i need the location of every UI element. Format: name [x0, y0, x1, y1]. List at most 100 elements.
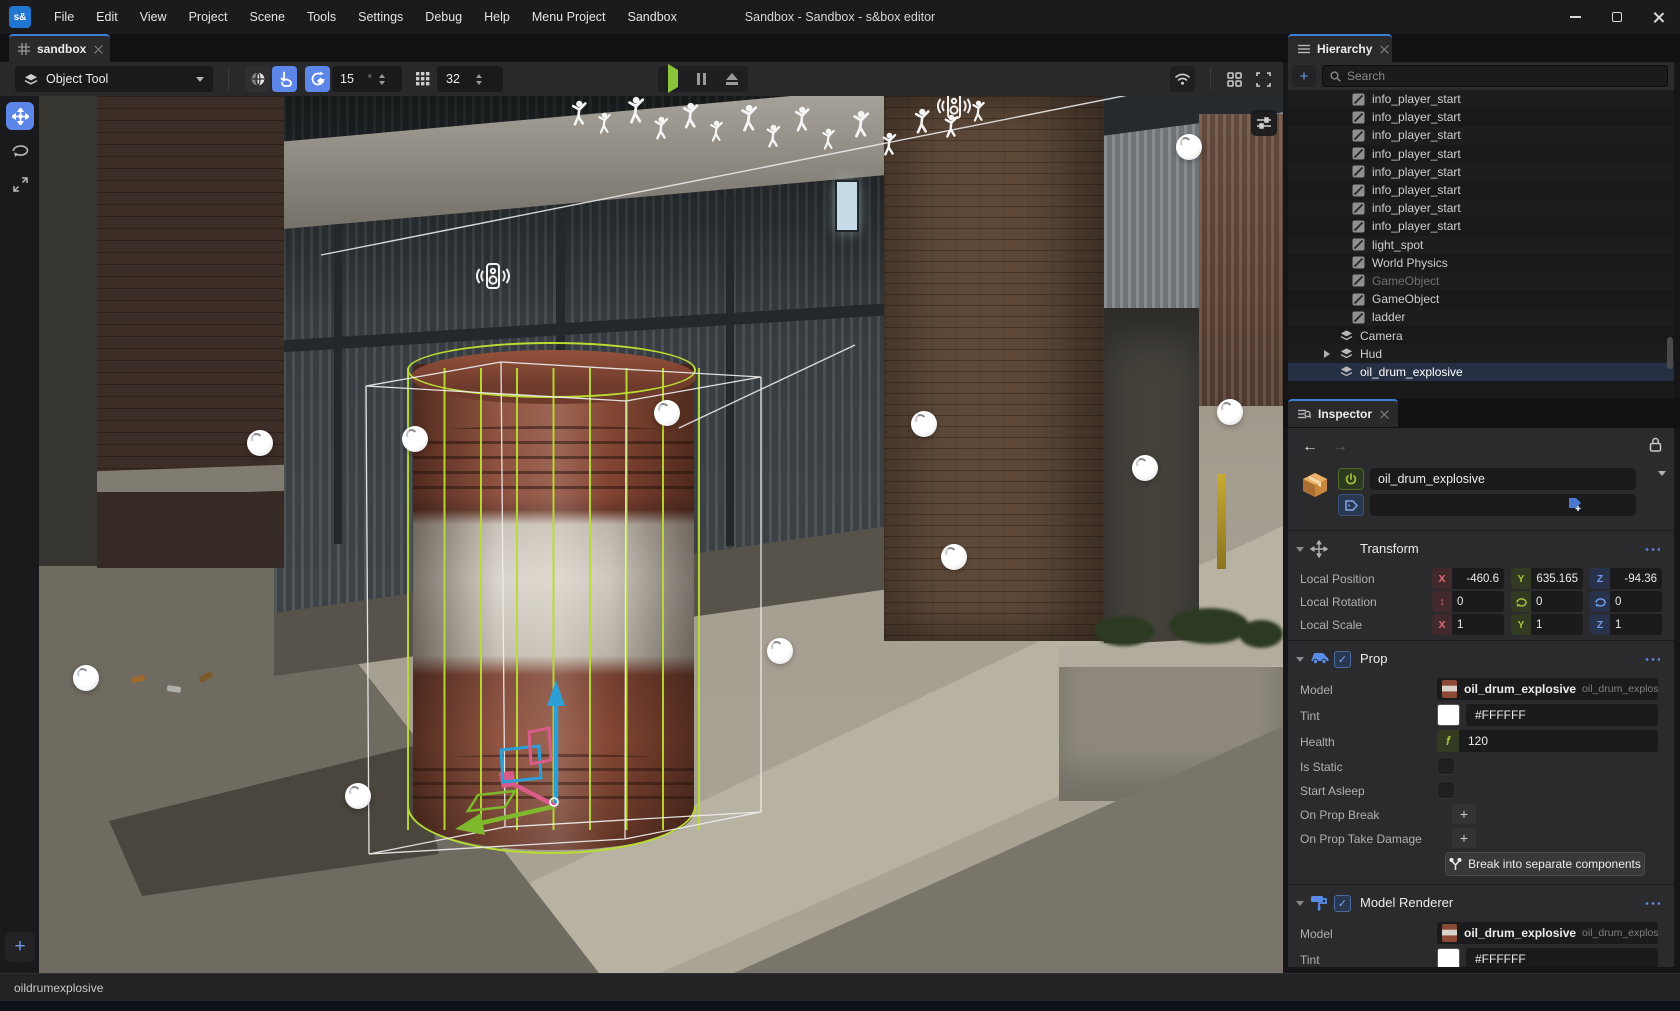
- transform-field-y[interactable]: Y1: [1511, 614, 1583, 635]
- color-swatch[interactable]: [1437, 704, 1460, 726]
- fullscreen-button[interactable]: [1251, 66, 1276, 92]
- player-spawn-icon[interactable]: [819, 128, 837, 150]
- rotate-tool-button[interactable]: [6, 136, 34, 164]
- add-on-prop-take-damage-button[interactable]: +: [1452, 828, 1476, 848]
- grid-snap-spinner[interactable]: [476, 74, 482, 85]
- hierarchy-item-gameobject[interactable]: GameObject: [1288, 272, 1674, 290]
- hierarchy-item-camera[interactable]: Camera: [1288, 326, 1674, 344]
- world-space-button[interactable]: [245, 66, 270, 92]
- minimize-button[interactable]: [1554, 0, 1596, 34]
- hierarchy-item-light_spot[interactable]: light_spot: [1288, 236, 1674, 254]
- back-button[interactable]: ←: [1302, 438, 1318, 456]
- hierarchy-item-hud[interactable]: Hud: [1288, 345, 1674, 363]
- tool-mode-dropdown[interactable]: Object Tool: [15, 66, 213, 92]
- menu-file[interactable]: File: [43, 0, 85, 34]
- prop-section-header[interactable]: ✓ Prop: [1288, 646, 1674, 672]
- tab-close-icon[interactable]: [1380, 45, 1382, 54]
- collapse-caret[interactable]: [1296, 901, 1304, 906]
- play-button[interactable]: [668, 70, 678, 88]
- player-spawn-icon[interactable]: [595, 112, 613, 134]
- hierarchy-item-gameobject[interactable]: GameObject: [1288, 290, 1674, 308]
- model-renderer-section-header[interactable]: ✓ Model Renderer: [1288, 890, 1674, 916]
- player-spawn-icon[interactable]: [763, 124, 782, 148]
- is-static-checkbox[interactable]: [1437, 757, 1455, 775]
- menu-scene[interactable]: Scene: [238, 0, 295, 34]
- lock-icon[interactable]: [1649, 437, 1662, 452]
- tab-hierarchy[interactable]: Hierarchy: [1288, 34, 1392, 62]
- tags-input[interactable]: [1370, 494, 1636, 516]
- tab-sandbox[interactable]: sandbox: [9, 34, 110, 62]
- hierarchy-item-ladder[interactable]: ladder: [1288, 308, 1674, 326]
- menu-menu-project[interactable]: Menu Project: [521, 0, 617, 34]
- spawn-point-sphere[interactable]: [767, 638, 793, 664]
- hierarchy-item-info_player_start[interactable]: info_player_start: [1288, 145, 1674, 163]
- tag-button[interactable]: [1338, 494, 1364, 516]
- hierarchy-item-world-physics[interactable]: World Physics: [1288, 254, 1674, 272]
- start-asleep-checkbox[interactable]: [1437, 781, 1455, 799]
- transform-field-y[interactable]: 0: [1511, 591, 1583, 612]
- hierarchy-item-info_player_start[interactable]: info_player_start: [1288, 217, 1674, 235]
- hierarchy-item-info_player_start[interactable]: info_player_start: [1288, 199, 1674, 217]
- collapse-caret[interactable]: [1296, 547, 1304, 552]
- maximize-button[interactable]: [1596, 0, 1638, 34]
- spawn-point-sphere[interactable]: [345, 783, 371, 809]
- scale-tool-button[interactable]: [6, 170, 34, 198]
- transform-section-header[interactable]: Transform: [1288, 536, 1674, 562]
- tab-close-icon[interactable]: [94, 45, 101, 54]
- section-menu-icon[interactable]: [1644, 658, 1660, 661]
- search-box[interactable]: [1322, 65, 1668, 87]
- spawn-point-sphere[interactable]: [654, 400, 680, 426]
- add-tag-icon[interactable]: [1568, 497, 1584, 511]
- rotation-snap-field[interactable]: 15 °: [332, 66, 402, 92]
- menu-edit[interactable]: Edit: [85, 0, 129, 34]
- tint-input[interactable]: [1466, 948, 1658, 967]
- player-spawn-icon[interactable]: [624, 96, 646, 124]
- forward-button[interactable]: →: [1332, 438, 1348, 456]
- tint-input[interactable]: [1466, 704, 1658, 726]
- spawn-point-sphere[interactable]: [911, 411, 937, 437]
- prop-enabled-checkbox[interactable]: ✓: [1334, 651, 1351, 668]
- rotation-snap-button[interactable]: [305, 66, 330, 92]
- hierarchy-item-oil_drum_explosive[interactable]: oil_drum_explosive: [1288, 363, 1674, 381]
- section-menu-icon[interactable]: [1644, 902, 1660, 905]
- break-into-components-button[interactable]: Break into separate components: [1445, 852, 1645, 876]
- player-spawn-icon[interactable]: [568, 100, 589, 126]
- enabled-toggle[interactable]: [1338, 468, 1364, 490]
- chevron-down-icon[interactable]: [1658, 476, 1666, 494]
- grid-snap-button[interactable]: [410, 66, 435, 92]
- menu-tools[interactable]: Tools: [296, 0, 347, 34]
- spawn-point-sphere[interactable]: [1176, 134, 1202, 160]
- model-renderer-enabled-checkbox[interactable]: ✓: [1334, 895, 1351, 912]
- add-on-prop-break-button[interactable]: +: [1452, 804, 1476, 824]
- transform-field-x[interactable]: X1: [1432, 614, 1504, 635]
- tab-inspector[interactable]: Inspector: [1288, 399, 1398, 427]
- grid-snap-field[interactable]: 32: [437, 66, 503, 92]
- player-spawn-icon[interactable]: [679, 102, 701, 129]
- viewport-settings-button[interactable]: [1251, 110, 1277, 136]
- search-input[interactable]: [1347, 69, 1660, 83]
- player-spawn-icon[interactable]: [849, 110, 871, 138]
- hierarchy-item-info_player_start[interactable]: info_player_start: [1288, 163, 1674, 181]
- hierarchy-item-info_player_start[interactable]: info_player_start: [1288, 108, 1674, 126]
- transform-field-x[interactable]: X-460.6: [1432, 568, 1504, 589]
- player-spawn-icon[interactable]: [707, 120, 725, 142]
- section-menu-icon[interactable]: [1644, 548, 1660, 551]
- add-object-button[interactable]: +: [1292, 65, 1316, 87]
- spawn-point-sphere[interactable]: [402, 426, 428, 452]
- rotation-snap-spinner[interactable]: [379, 74, 385, 85]
- expand-caret[interactable]: [1324, 350, 1330, 358]
- player-spawn-icon[interactable]: [737, 104, 759, 132]
- transform-field-z[interactable]: Z-94.36: [1590, 568, 1662, 589]
- menu-settings[interactable]: Settings: [347, 0, 414, 34]
- health-input[interactable]: [1459, 730, 1658, 752]
- speaker-gizmo-icon[interactable]: [476, 262, 510, 292]
- eject-button[interactable]: [726, 73, 738, 85]
- object-name-input[interactable]: [1370, 468, 1636, 490]
- player-spawn-icon[interactable]: [651, 116, 670, 140]
- model-picker[interactable]: oil_drum_explosive oil_drum_explosive.: [1437, 678, 1658, 700]
- hierarchy-item-info_player_start[interactable]: info_player_start: [1288, 181, 1674, 199]
- spawn-point-sphere[interactable]: [73, 665, 99, 691]
- player-spawn-icon[interactable]: [911, 108, 932, 134]
- menu-debug[interactable]: Debug: [414, 0, 473, 34]
- menu-sandbox[interactable]: Sandbox: [617, 0, 688, 34]
